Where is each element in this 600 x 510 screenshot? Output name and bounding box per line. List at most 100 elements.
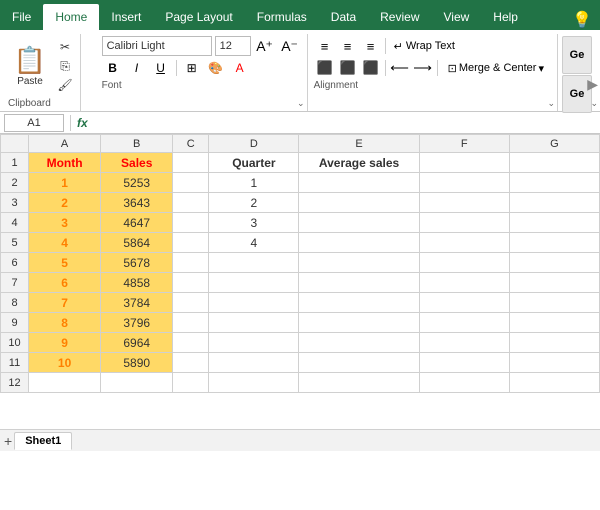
tab-review[interactable]: Review [368,4,431,30]
font-color-button[interactable]: A [229,58,251,78]
align-right-top-button[interactable]: ≡ [360,36,382,56]
cell-d4[interactable]: 3 [209,213,299,233]
tab-formulas[interactable]: Formulas [245,4,319,30]
cell-b7[interactable]: 4858 [101,273,173,293]
cell-f4[interactable] [419,213,509,233]
cell-f3[interactable] [419,193,509,213]
cell-g1[interactable] [509,153,599,173]
cell-c3[interactable] [173,193,209,213]
clipboard-expand[interactable]: ⌄ [590,98,598,109]
cell-e12[interactable] [299,373,419,393]
cell-d7[interactable] [209,273,299,293]
row-num-5[interactable]: 5 [1,233,29,253]
font-expand[interactable]: ⌄ [297,98,305,109]
cell-e1[interactable]: Average sales [299,153,419,173]
row-num-8[interactable]: 8 [1,293,29,313]
borders-button[interactable]: ⊞ [181,58,203,78]
cell-f9[interactable] [419,313,509,333]
cell-e11[interactable] [299,353,419,373]
cell-g2[interactable] [509,173,599,193]
cell-g6[interactable] [509,253,599,273]
cell-a6[interactable]: 5 [29,253,101,273]
cell-a12[interactable] [29,373,101,393]
increase-font-button[interactable]: A⁺ [254,36,276,56]
cell-d2[interactable]: 1 [209,173,299,193]
cell-c11[interactable] [173,353,209,373]
cell-b9[interactable]: 3796 [101,313,173,333]
cell-d5[interactable]: 4 [209,233,299,253]
cell-f10[interactable] [419,333,509,353]
cell-c8[interactable] [173,293,209,313]
cell-b3[interactable]: 3643 [101,193,173,213]
cut-button[interactable]: ✂ [54,38,76,56]
align-center-button[interactable]: ⬛ [337,58,359,78]
cell-g7[interactable] [509,273,599,293]
cell-d10[interactable] [209,333,299,353]
cell-b5[interactable]: 5864 [101,233,173,253]
col-header-e[interactable]: E [299,135,419,153]
col-header-d[interactable]: D [209,135,299,153]
cell-a4[interactable]: 3 [29,213,101,233]
decrease-font-button[interactable]: A⁻ [279,36,301,56]
wrap-text-button[interactable]: ↵ Wrap Text [389,38,460,55]
name-box[interactable] [4,114,64,132]
indent-increase-button[interactable]: ⟶ [412,58,434,78]
cell-f1[interactable] [419,153,509,173]
align-center-top-button[interactable]: ≡ [337,36,359,56]
cell-b4[interactable]: 4647 [101,213,173,233]
cell-f11[interactable] [419,353,509,373]
tab-help[interactable]: Help [481,4,530,30]
row-num-11[interactable]: 11 [1,353,29,373]
cell-e7[interactable] [299,273,419,293]
align-left-top-button[interactable]: ≡ [314,36,336,56]
tab-page-layout[interactable]: Page Layout [153,4,244,30]
row-num-1[interactable]: 1 [1,153,29,173]
ribbon-scroll-right[interactable]: ▶ [587,76,598,93]
row-num-10[interactable]: 10 [1,333,29,353]
font-name-input[interactable] [102,36,212,56]
cell-f2[interactable] [419,173,509,193]
align-left-button[interactable]: ⬛ [314,58,336,78]
cell-f8[interactable] [419,293,509,313]
row-num-4[interactable]: 4 [1,213,29,233]
cell-c5[interactable] [173,233,209,253]
col-header-f[interactable]: F [419,135,509,153]
tab-view[interactable]: View [432,4,482,30]
cell-g4[interactable] [509,213,599,233]
cell-d1[interactable]: Quarter [209,153,299,173]
cell-c9[interactable] [173,313,209,333]
cell-e9[interactable] [299,313,419,333]
row-num-6[interactable]: 6 [1,253,29,273]
tab-data[interactable]: Data [319,4,368,30]
paste-button[interactable]: 📋 Paste [8,38,52,94]
underline-button[interactable]: U [150,58,172,78]
cell-c12[interactable] [173,373,209,393]
cell-g11[interactable] [509,353,599,373]
cell-a2[interactable]: 1 [29,173,101,193]
cell-c4[interactable] [173,213,209,233]
cell-g9[interactable] [509,313,599,333]
cell-d9[interactable] [209,313,299,333]
cell-a7[interactable]: 6 [29,273,101,293]
cell-a11[interactable]: 10 [29,353,101,373]
merge-dropdown-icon[interactable]: ▾ [538,62,544,75]
cell-e8[interactable] [299,293,419,313]
cell-g8[interactable] [509,293,599,313]
copy-button[interactable]: ⎘ [54,57,76,75]
cell-f5[interactable] [419,233,509,253]
cell-e3[interactable] [299,193,419,213]
cell-b8[interactable]: 3784 [101,293,173,313]
tab-home[interactable]: Home [43,4,99,30]
sheet-tab-1[interactable]: Sheet1 [14,432,72,450]
col-header-c[interactable]: C [173,135,209,153]
row-num-9[interactable]: 9 [1,313,29,333]
tab-insert[interactable]: Insert [99,4,153,30]
bold-button[interactable]: B [102,58,124,78]
add-sheet-button[interactable]: + [4,433,12,449]
col-header-a[interactable]: A [29,135,101,153]
indent-decrease-button[interactable]: ⟵ [389,58,411,78]
merge-center-button[interactable]: ⊡ Merge & Center ▾ [441,60,551,77]
font-size-input[interactable] [215,36,251,56]
align-right-button[interactable]: ⬛ [360,58,382,78]
cell-d8[interactable] [209,293,299,313]
